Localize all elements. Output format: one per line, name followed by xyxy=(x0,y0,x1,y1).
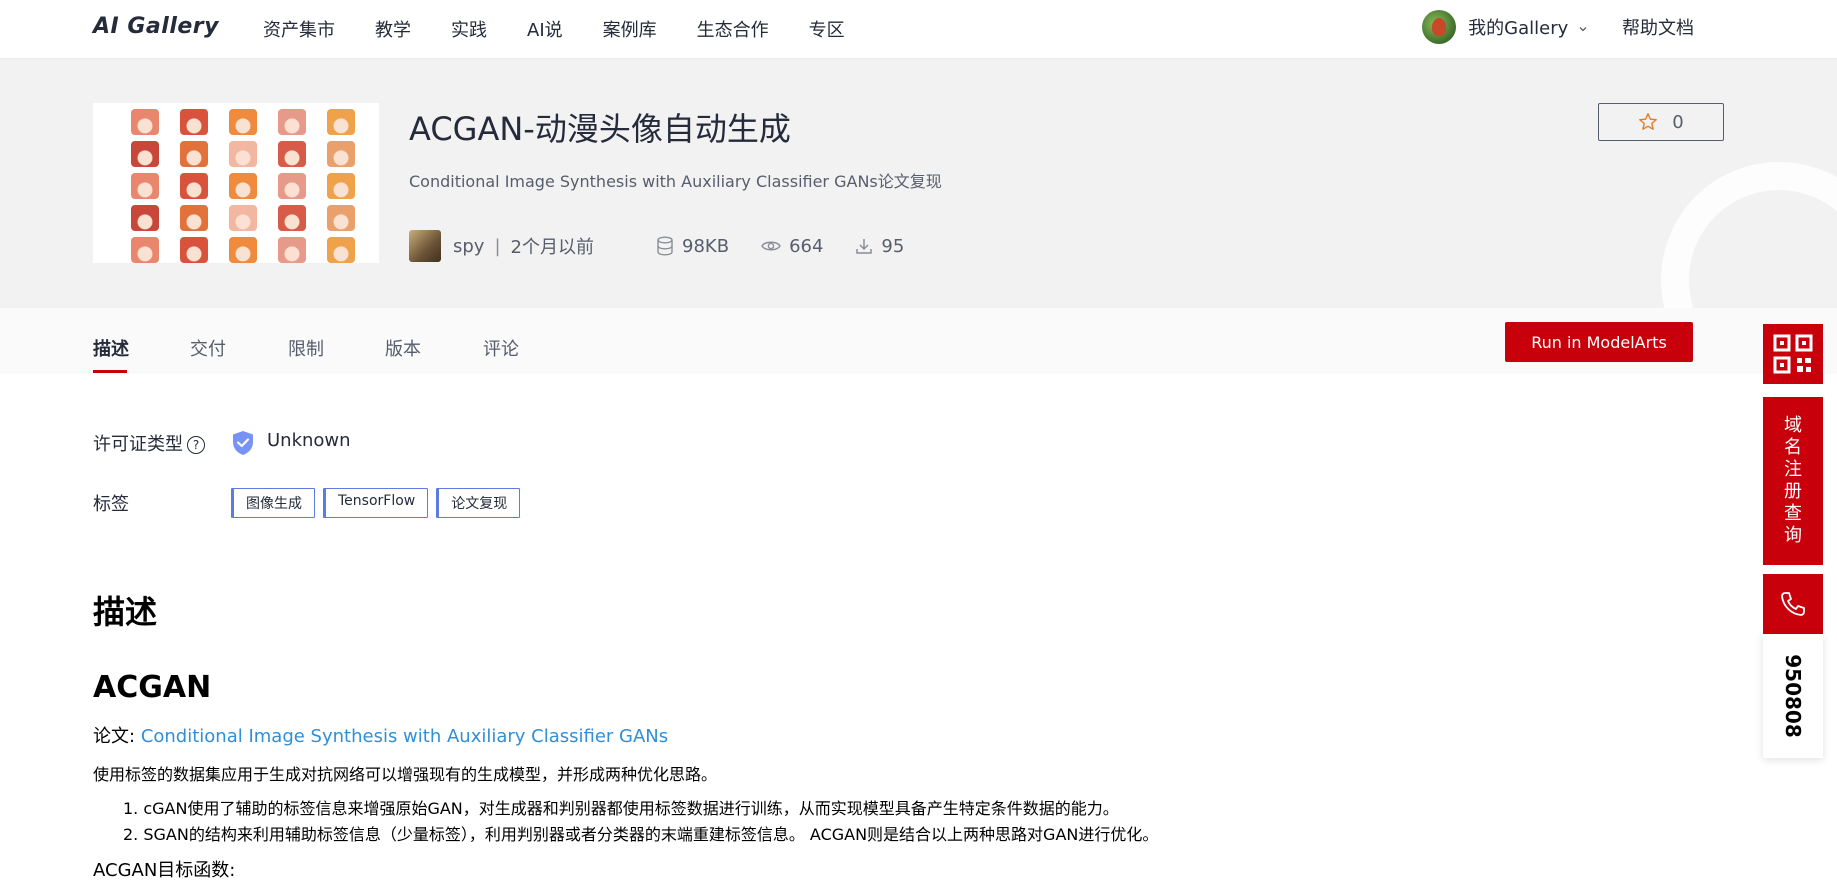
nav-item-ecosystem[interactable]: 生态合作 xyxy=(697,16,769,42)
tab-restrictions[interactable]: 限制 xyxy=(288,335,324,361)
meta-separator: | xyxy=(494,235,501,257)
description-heading: 描述 xyxy=(93,593,158,631)
tab-description[interactable]: 描述 xyxy=(93,335,129,361)
nav-item-ai-talk[interactable]: AI说 xyxy=(527,16,563,42)
eye-icon xyxy=(761,241,781,251)
nav-item-practice[interactable]: 实践 xyxy=(451,16,487,42)
help-docs-link[interactable]: 帮助文档 xyxy=(1622,14,1694,40)
ai-gallery-logo[interactable]: AI Gallery xyxy=(93,14,219,39)
tab-versions[interactable]: 版本 xyxy=(385,335,421,361)
user-nav: 我的Gallery 帮助文档 xyxy=(1422,10,1694,44)
anime-face-sample xyxy=(278,141,306,167)
anime-face-sample xyxy=(180,237,208,263)
nav-item-assets[interactable]: 资产集市 xyxy=(263,16,335,42)
tag-image-generation[interactable]: 图像生成 xyxy=(231,488,315,518)
anime-face-sample xyxy=(327,205,355,231)
author-name[interactable]: spy xyxy=(453,236,484,257)
domain-lookup-char: 域 xyxy=(1784,415,1802,436)
star-icon xyxy=(1639,113,1658,130)
license-label: 许可证类型 xyxy=(93,434,183,455)
nav-item-zone[interactable]: 专区 xyxy=(809,16,845,42)
tab-delivery[interactable]: 交付 xyxy=(190,335,226,361)
shield-check-icon xyxy=(233,431,253,455)
anime-face-sample xyxy=(180,173,208,199)
approach-list: 1. cGAN使用了辅助的标签信息来增强原始GAN，对生成器和判别器都使用标签数… xyxy=(123,796,1158,848)
domain-lookup-char: 册 xyxy=(1784,481,1802,502)
phone-button[interactable] xyxy=(1763,574,1823,634)
anime-face-sample xyxy=(229,205,257,231)
objective-label: ACGAN目标函数: xyxy=(93,860,236,881)
anime-face-sample xyxy=(131,173,159,199)
anime-face-sample xyxy=(278,109,306,135)
database-icon xyxy=(657,236,673,256)
hotline-text: 950808 xyxy=(1781,654,1805,738)
top-navbar: AI Gallery 资产集市 教学 实践 AI说 案例库 生态合作 专区 我的… xyxy=(0,0,1837,59)
anime-face-sample xyxy=(229,173,257,199)
anime-face-sample xyxy=(327,109,355,135)
anime-face-sample xyxy=(327,173,355,199)
qr-code-button[interactable] xyxy=(1763,324,1823,384)
phone-icon xyxy=(1781,592,1805,616)
qr-code-icon xyxy=(1773,334,1813,374)
anime-face-sample xyxy=(229,237,257,263)
intro-paragraph: 使用标签的数据集应用于生成对抗网络可以增强现有的生成模型，并形成两种优化思路。 xyxy=(93,765,718,784)
nav-item-teaching[interactable]: 教学 xyxy=(375,16,411,42)
domain-lookup-char: 询 xyxy=(1784,525,1802,546)
asset-thumbnail xyxy=(93,103,379,263)
anime-face-sample xyxy=(229,141,257,167)
views-stat: 664 xyxy=(761,236,823,257)
tag-paper-reproduction[interactable]: 论文复现 xyxy=(436,488,521,518)
user-avatar[interactable] xyxy=(1422,10,1457,44)
publish-time: 2个月以前 xyxy=(510,237,594,258)
anime-face-sample xyxy=(131,205,159,231)
list-item: 1. cGAN使用了辅助的标签信息来增强原始GAN，对生成器和判别器都使用标签数… xyxy=(123,799,1119,818)
active-tab-indicator xyxy=(93,370,127,373)
acgan-heading: ACGAN xyxy=(93,670,212,705)
decorative-circle xyxy=(1661,162,1837,308)
anime-face-sample xyxy=(278,237,306,263)
favorite-count: 0 xyxy=(1672,111,1684,133)
anime-face-sample xyxy=(327,237,355,263)
downloads-stat: 95 xyxy=(855,236,904,257)
asset-subtitle: Conditional Image Synthesis with Auxilia… xyxy=(409,172,942,191)
run-in-modelarts-button[interactable]: Run in ModelArts xyxy=(1505,322,1693,362)
main-nav: 资产集市 教学 实践 AI说 案例库 生态合作 专区 xyxy=(263,16,885,42)
size-stat: 98KB xyxy=(656,236,729,257)
author-avatar[interactable] xyxy=(409,230,441,262)
anime-face-sample xyxy=(131,237,159,263)
domain-lookup-button[interactable]: 域名注册查询 xyxy=(1763,397,1823,565)
favorite-button[interactable]: 0 xyxy=(1598,103,1724,141)
domain-lookup-char: 名 xyxy=(1784,437,1802,458)
paper-line: 论文: Conditional Image Synthesis with Aux… xyxy=(93,722,668,748)
anime-face-sample xyxy=(278,173,306,199)
domain-lookup-char: 注 xyxy=(1784,459,1802,480)
asset-meta: spy | 2个月以前 98KB 664 95 xyxy=(409,230,904,262)
list-item: 2. SGAN的结构来利用辅助标签信息（少量标签），利用判别器或者分类器的末端重… xyxy=(123,825,1159,844)
download-icon xyxy=(856,239,873,254)
my-gallery-menu[interactable]: 我的Gallery xyxy=(1468,14,1588,40)
tag-list: 图像生成 TensorFlow 论文复现 xyxy=(231,488,528,518)
asset-title: ACGAN-动漫头像自动生成 xyxy=(409,110,791,148)
license-value: Unknown xyxy=(267,430,351,451)
domain-lookup-char: 查 xyxy=(1784,503,1802,524)
anime-face-sample xyxy=(327,141,355,167)
chevron-down-icon xyxy=(1579,27,1587,32)
anime-face-sample xyxy=(180,205,208,231)
license-label-row: 许可证类型? xyxy=(93,430,205,456)
tab-comments[interactable]: 评论 xyxy=(483,335,519,361)
anime-face-sample xyxy=(131,141,159,167)
anime-face-sample xyxy=(180,109,208,135)
question-icon[interactable]: ? xyxy=(187,436,205,454)
anime-face-sample xyxy=(278,205,306,231)
anime-face-sample xyxy=(180,141,208,167)
paper-label: 论文: xyxy=(93,726,136,747)
hotline-number: 950808 xyxy=(1763,634,1823,758)
tag-tensorflow[interactable]: TensorFlow xyxy=(323,488,429,518)
anime-face-sample xyxy=(229,109,257,135)
anime-face-sample xyxy=(131,109,159,135)
nav-item-cases[interactable]: 案例库 xyxy=(603,16,657,42)
tags-label: 标签 xyxy=(93,494,129,515)
paper-link[interactable]: Conditional Image Synthesis with Auxilia… xyxy=(141,726,668,747)
